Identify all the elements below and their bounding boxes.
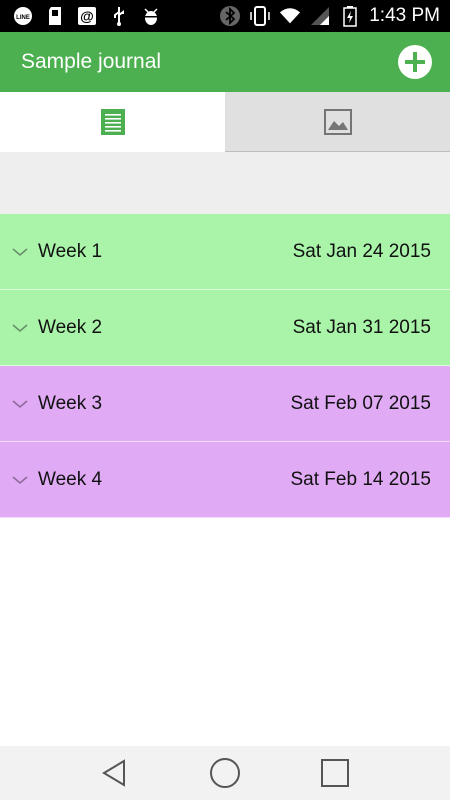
week-list: Week 1 Sat Jan 24 2015 Week 2 Sat Jan 31… [0, 214, 450, 518]
android-debug-icon [140, 5, 162, 27]
image-icon [323, 108, 352, 135]
week-date: Sat Feb 07 2015 [290, 392, 432, 414]
chevron-down-icon [10, 399, 30, 409]
home-button[interactable] [205, 753, 245, 793]
week-date: Sat Jan 31 2015 [292, 316, 431, 338]
svg-text:@: @ [80, 8, 94, 24]
list-item-week-4[interactable]: Week 4 Sat Feb 14 2015 [0, 442, 450, 518]
list-item-week-3[interactable]: Week 3 Sat Feb 07 2015 [0, 366, 450, 442]
system-icons: 1:43 PM [219, 0, 450, 32]
battery-icon [339, 5, 361, 27]
add-entry-button[interactable] [398, 45, 432, 79]
recents-icon [321, 759, 349, 787]
week-label: Week 1 [38, 240, 103, 262]
at-sign-icon: @ [76, 5, 98, 27]
notification-icons: LINE @ [0, 0, 162, 32]
vibrate-icon [249, 5, 271, 27]
tab-entries[interactable] [0, 92, 225, 152]
week-label: Week 4 [38, 468, 103, 490]
chevron-down-icon [10, 247, 30, 257]
svg-text:LINE: LINE [16, 15, 30, 21]
signal-icon [309, 5, 331, 27]
chevron-down-icon [10, 323, 30, 333]
usb-icon [108, 5, 130, 27]
tab-images[interactable] [225, 92, 450, 152]
document-icon [100, 109, 125, 135]
clock: 1:43 PM [369, 5, 440, 26]
line-app-icon: LINE [12, 5, 34, 27]
back-button[interactable] [95, 753, 135, 793]
header-spacer [0, 152, 450, 214]
back-icon [102, 759, 125, 787]
sd-card-icon [44, 5, 66, 27]
chevron-down-icon [10, 475, 30, 485]
week-date: Sat Feb 14 2015 [290, 468, 432, 490]
home-icon [210, 758, 240, 788]
week-label: Week 2 [38, 316, 103, 338]
navigation-bar [0, 746, 450, 800]
list-item-week-1[interactable]: Week 1 Sat Jan 24 2015 [0, 214, 450, 290]
app-title: Sample journal [21, 50, 162, 73]
list-item-week-2[interactable]: Week 2 Sat Jan 31 2015 [0, 290, 450, 366]
wifi-icon [279, 5, 301, 27]
bluetooth-icon [219, 5, 241, 27]
status-bar: LINE @ 1:43 PM [0, 0, 450, 32]
plus-icon [399, 46, 431, 78]
week-label: Week 3 [38, 392, 103, 414]
week-date: Sat Jan 24 2015 [292, 240, 431, 262]
tab-bar [0, 92, 450, 152]
app-bar: Sample journal [0, 32, 450, 92]
recents-button[interactable] [315, 753, 355, 793]
